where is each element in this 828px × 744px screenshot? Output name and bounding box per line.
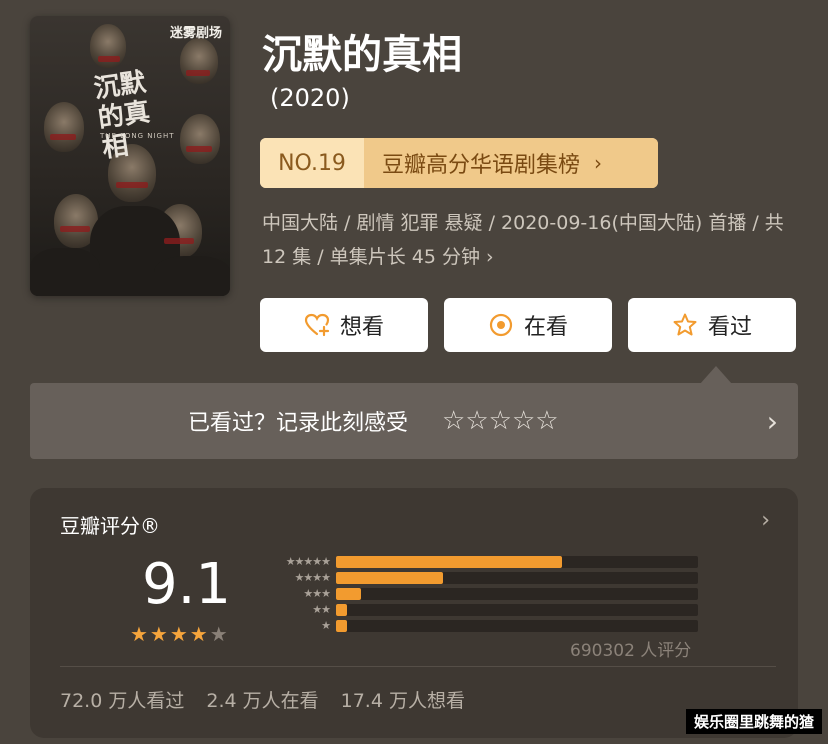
watched-count[interactable]: 72.0 万人看过	[60, 686, 184, 713]
watched-label: 看过	[707, 315, 752, 340]
histogram-bar	[336, 619, 347, 632]
rating-card[interactable]: 豆瓣评分® › 9.1 ★★★★★ ★★★★★ ★★★★ ★★★ ★★ ★ 690302…	[30, 488, 798, 738]
histogram-track	[336, 555, 698, 568]
star-rating-input[interactable]: ☆☆☆☆☆	[442, 406, 559, 436]
watched-button[interactable]: 看过	[628, 298, 796, 352]
show-title: 沉默的真相	[262, 32, 462, 78]
meta-text: 中国大陆 / 剧情 犯罪 悬疑 / 2020-09-16(中国大陆) 首播 / …	[262, 212, 784, 268]
half-star-icon: ★	[209, 622, 230, 646]
watermark: 娱乐圈里跳舞的猹	[685, 709, 822, 734]
rank-list-name: 豆瓣高分华语剧集榜	[382, 153, 581, 178]
target-icon	[489, 313, 513, 337]
watching-count[interactable]: 2.4 万人在看	[206, 686, 318, 713]
chevron-right-icon: ›	[486, 246, 494, 268]
rating-score: 9.1	[142, 552, 232, 617]
histogram-row: ★	[252, 618, 698, 633]
ranking-banner[interactable]: NO.19 豆瓣高分华语剧集榜 ›	[260, 138, 658, 188]
divider	[60, 666, 776, 667]
watching-button[interactable]: 在看	[444, 298, 612, 352]
full-stars: ★★★★	[130, 622, 210, 646]
rating-histogram: ★★★★★ ★★★★ ★★★ ★★ ★	[252, 554, 698, 634]
chevron-right-icon: ›	[761, 508, 770, 533]
rating-stars: ★★★★★	[130, 622, 230, 646]
rank-number: NO.19	[260, 138, 364, 188]
want-count[interactable]: 17.4 万人想看	[341, 686, 465, 713]
heart-plus-icon	[304, 313, 330, 337]
histogram-row: ★★	[252, 602, 698, 617]
histogram-star-label: ★	[321, 619, 331, 632]
chevron-right-icon: ›	[594, 151, 603, 175]
histogram-bar	[336, 555, 563, 568]
histogram-track	[336, 587, 698, 600]
want-to-watch-label: 想看	[339, 315, 384, 340]
histogram-bar	[336, 603, 347, 616]
popover-arrow	[700, 366, 732, 384]
poster-logo: 迷雾剧场	[169, 26, 222, 41]
record-prompt: 已看过？记录此刻感受	[188, 411, 409, 436]
histogram-star-label: ★★★	[303, 587, 331, 600]
histogram-track	[336, 603, 698, 616]
poster-title: 沉默的真相	[92, 67, 152, 164]
rating-count: 690302 人评分	[570, 641, 692, 661]
watch-stats: 72.0 万人看过 2.4 万人在看 17.4 万人想看	[60, 686, 465, 713]
histogram-row: ★★★★★	[252, 554, 698, 569]
show-year: (2020)	[270, 84, 350, 112]
histogram-row: ★★★★	[252, 570, 698, 585]
record-feeling-bar[interactable]: 已看过？记录此刻感受 ☆☆☆☆☆ ›	[30, 383, 798, 459]
histogram-bar	[336, 587, 362, 600]
histogram-track	[336, 619, 698, 632]
histogram-star-label: ★★★★★	[285, 555, 331, 568]
histogram-star-label: ★★	[312, 603, 331, 616]
poster-image[interactable]: 迷雾剧场 沉默的真相 THE LONG NIGHT	[30, 16, 230, 296]
histogram-row: ★★★	[252, 586, 698, 601]
histogram-track	[336, 571, 698, 584]
chevron-right-icon: ›	[766, 405, 778, 438]
rating-title: 豆瓣评分®	[60, 514, 160, 538]
star-icon	[673, 313, 697, 336]
histogram-star-label: ★★★★	[294, 571, 331, 584]
histogram-bar	[336, 571, 443, 584]
show-meta[interactable]: 中国大陆 / 剧情 犯罪 悬疑 / 2020-09-16(中国大陆) 首播 / …	[262, 206, 807, 274]
watching-label: 在看	[523, 315, 568, 340]
want-to-watch-button[interactable]: 想看	[260, 298, 428, 352]
poster-subtitle: THE LONG NIGHT	[100, 132, 175, 140]
